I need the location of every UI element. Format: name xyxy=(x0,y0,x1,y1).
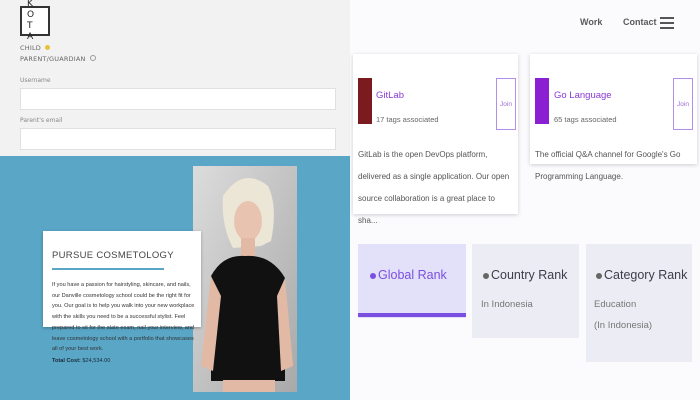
tag-name[interactable]: Go Language xyxy=(554,90,612,101)
globe-icon xyxy=(370,273,376,279)
radio-selected-icon[interactable] xyxy=(45,45,51,50)
rank-title: Category Rank xyxy=(604,268,688,282)
promo-body-text: If you have a passion for hairstyling, s… xyxy=(52,282,195,353)
parent-radio-option[interactable]: PARENT/GUARDIAN xyxy=(20,55,96,63)
child-label: CHILD xyxy=(20,44,41,52)
rank-active-indicator xyxy=(358,313,466,317)
rank-title: Global Rank xyxy=(378,268,447,282)
radio-unselected-icon[interactable] xyxy=(89,55,96,61)
promo-title: PURSUE COSMETOLOGY xyxy=(52,250,174,261)
go-gopher-icon xyxy=(535,78,549,124)
parent-email-label: Parent's email xyxy=(20,117,63,124)
promo-total-cost: Total Cost: $24,534.00 xyxy=(52,358,110,364)
model-photo xyxy=(193,166,297,392)
child-radio-option[interactable]: CHILD xyxy=(20,44,51,52)
rank-card-country[interactable] xyxy=(472,244,579,338)
username-label: Username xyxy=(20,77,51,84)
tag-description: GitLab is the open DevOps platform, deli… xyxy=(358,150,510,225)
rank-title: Country Rank xyxy=(491,268,568,282)
flag-icon xyxy=(483,273,489,279)
kota-logo[interactable]: K O T A xyxy=(20,0,50,42)
parent-label: PARENT/GUARDIAN xyxy=(20,55,86,63)
join-button[interactable]: Join xyxy=(673,78,693,130)
rank-subtitle: Education xyxy=(594,299,637,310)
cost-label: Total Cost: xyxy=(52,358,81,364)
parent-email-input[interactable] xyxy=(20,128,336,150)
cost-value: $24,534.00 xyxy=(82,358,111,364)
tag-description: The official Q&A channel for Google's Go… xyxy=(535,150,681,181)
username-input[interactable] xyxy=(20,88,336,110)
logo-text-top: K O xyxy=(27,0,41,20)
nav-work-link[interactable]: Work xyxy=(580,17,602,27)
fox-icon xyxy=(358,78,372,124)
logo-text-bottom: T A xyxy=(27,21,40,42)
join-button[interactable]: Join xyxy=(496,78,516,130)
tag-name[interactable]: GitLab xyxy=(376,90,404,101)
category-icon xyxy=(596,273,602,279)
promo-title-underline xyxy=(52,268,164,270)
rank-subtitle: In Indonesia xyxy=(481,299,533,310)
tag-count: 17 tags associated xyxy=(376,115,439,124)
tag-count: 65 tags associated xyxy=(554,115,617,124)
hamburger-menu-icon[interactable] xyxy=(660,17,674,29)
nav-contact-link[interactable]: Contact xyxy=(623,17,657,27)
rank-subtitle-secondary: (In Indonesia) xyxy=(594,320,653,331)
